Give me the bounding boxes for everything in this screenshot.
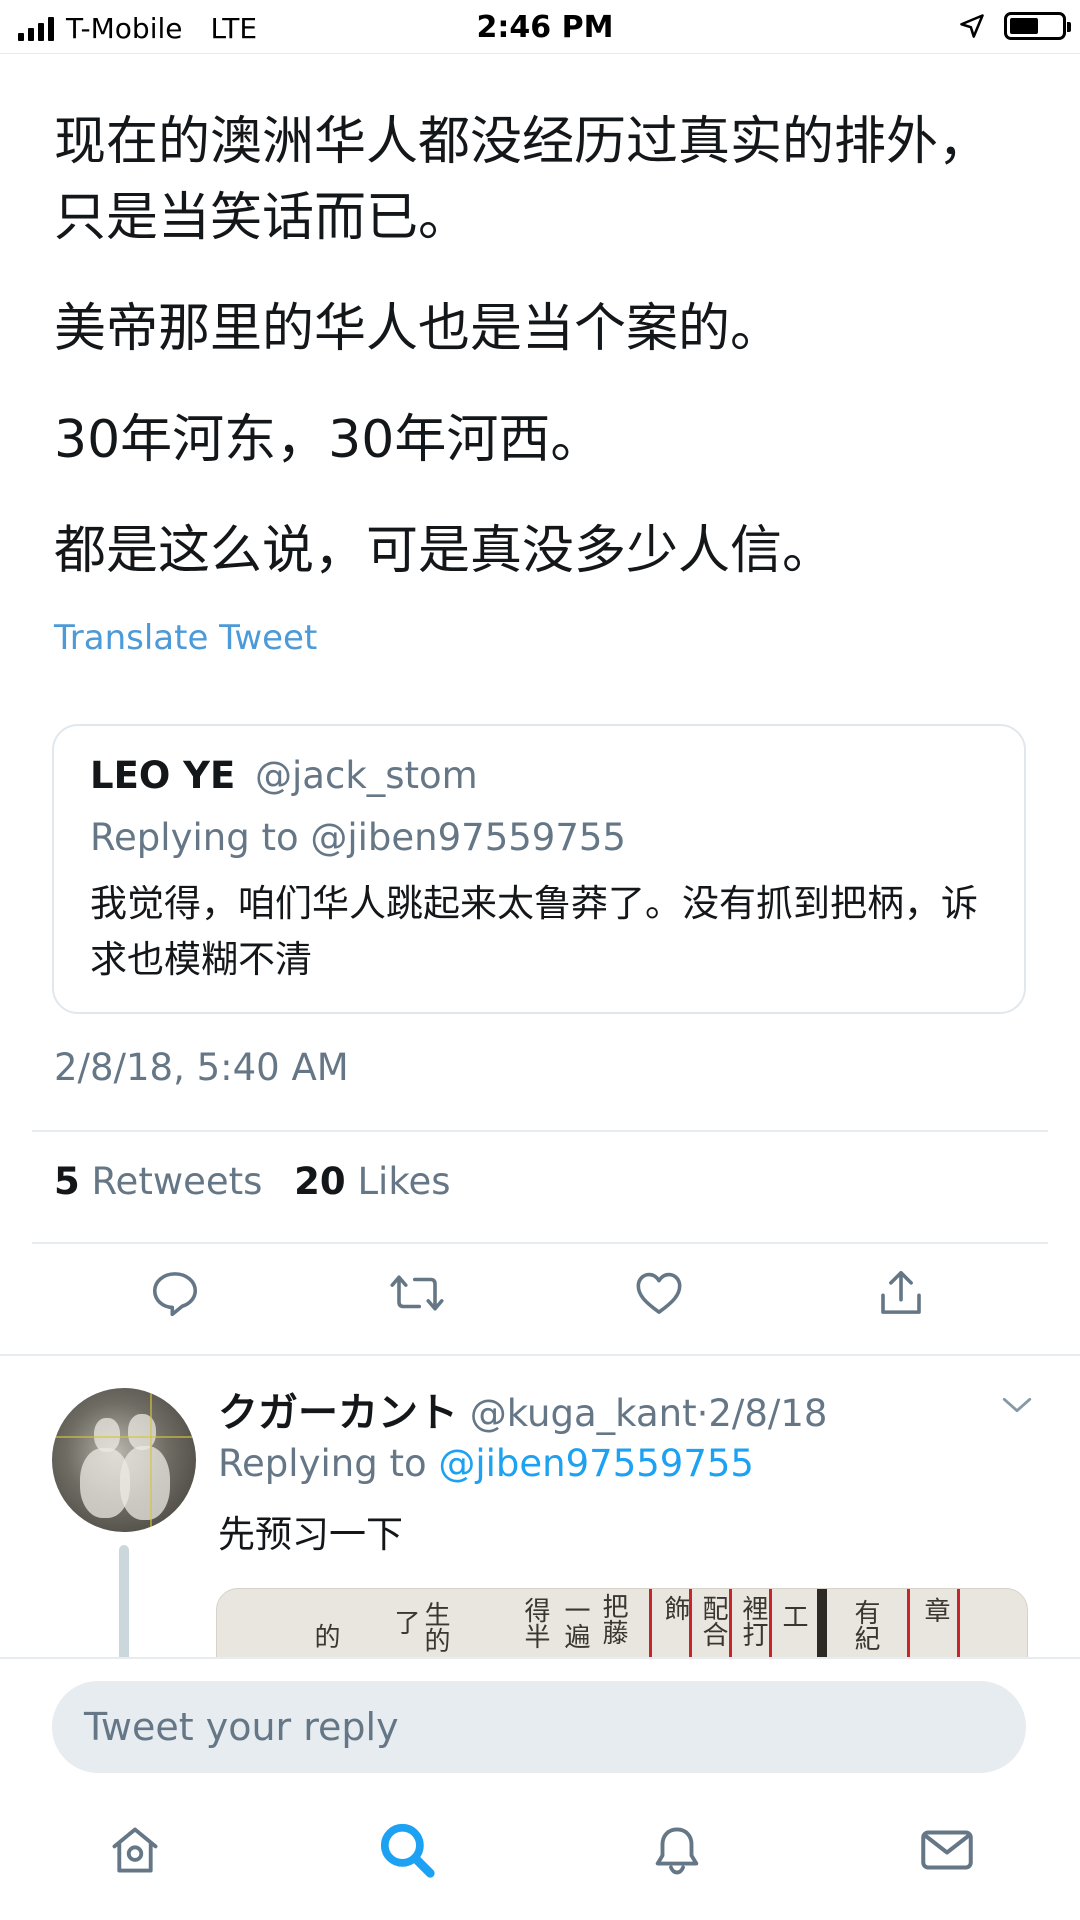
likes-label: Likes: [357, 1160, 451, 1203]
avatar[interactable]: [52, 1388, 196, 1532]
tab-messages[interactable]: [912, 1815, 982, 1885]
status-bar: T-Mobile LTE 2:46 PM: [0, 0, 1080, 54]
reply-header: クガーカント @kuga_kant·2/8/18: [218, 1380, 827, 1438]
retweet-icon: [390, 1275, 444, 1311]
status-time: 2:46 PM: [476, 10, 614, 45]
retweets-stat[interactable]: 5 Retweets: [54, 1160, 262, 1203]
quote-header: LEO YE @jack_stom: [90, 754, 478, 797]
retweets-count: 5: [54, 1160, 80, 1203]
tweet-line: 30年河东，30年河西。: [54, 410, 603, 470]
thread-line: [119, 1545, 129, 1665]
separator-dot: ·: [696, 1392, 709, 1435]
reply-button[interactable]: [142, 1260, 208, 1326]
chevron-down-icon: [1002, 1397, 1032, 1413]
replying-mention-link[interactable]: @jiben97559755: [438, 1442, 754, 1485]
reply-text: 先预习一下: [218, 1513, 403, 1556]
share-icon: [881, 1270, 921, 1314]
retweets-label: Retweets: [91, 1160, 263, 1203]
reply-media-image[interactable]: 的 了 生的 得半 一遍 把藤 飾 配合 裡打 工 有紀 章: [216, 1588, 1028, 1658]
reply-author-handle[interactable]: @kuga_kant: [470, 1392, 697, 1435]
like-icon: [636, 1272, 682, 1314]
tab-bar: [0, 1815, 1080, 1920]
quote-text: 我觉得，咱们华人跳起来太鲁莽了。没有抓到把柄，诉求也模糊不清: [90, 882, 978, 981]
tab-notifications[interactable]: [642, 1815, 712, 1885]
notifications-icon: [655, 1827, 699, 1875]
battery-icon: [1004, 12, 1071, 40]
replying-prefix: Replying to: [218, 1442, 427, 1485]
messages-icon: [921, 1830, 973, 1870]
quoted-tweet[interactable]: LEO YE @jack_stom Replying to @jiben9755…: [52, 724, 1026, 1014]
search-icon: [380, 1823, 435, 1878]
status-right: [958, 12, 1071, 40]
tweet-line: 美帝那里的华人也是当个案的。: [54, 299, 783, 359]
location-arrow-icon: [960, 14, 984, 38]
likes-stat[interactable]: 20 Likes: [294, 1160, 450, 1203]
reply-icon: [152, 1272, 198, 1317]
tab-home[interactable]: [100, 1815, 170, 1885]
tweet-text: 现在的澳洲华人都没经历过真实的排外，只是当笑话而已。 美帝那里的华人也是当个案的…: [54, 104, 1034, 589]
tweet-line: 现在的澳洲华人都没经历过真实的排外，只是当笑话而已。: [54, 112, 991, 248]
translate-tweet-link[interactable]: Translate Tweet: [54, 618, 317, 658]
tweet-stats: 5 Retweets 20 Likes: [54, 1160, 450, 1203]
reply-input[interactable]: Tweet your reply: [52, 1681, 1026, 1773]
quote-author-handle: @jack_stom: [255, 754, 478, 797]
retweet-button[interactable]: [384, 1260, 450, 1326]
reply-date: 2/8/18: [708, 1392, 828, 1435]
tweet-line: 都是这么说，可是真没多少人信。: [54, 521, 835, 581]
divider: [32, 1130, 1048, 1132]
share-button[interactable]: [868, 1260, 934, 1326]
home-icon: [112, 1827, 158, 1873]
more-options-button[interactable]: [1000, 1392, 1034, 1422]
reply-author-name[interactable]: クガーカント: [218, 1390, 458, 1436]
divider: [32, 1242, 1048, 1244]
battery-level: [1010, 18, 1038, 34]
reply-replying-to: Replying to @jiben97559755: [218, 1442, 754, 1485]
tab-search[interactable]: [372, 1815, 442, 1885]
likes-count: 20: [294, 1160, 346, 1203]
tweet-action-bar: [0, 1260, 1080, 1350]
quote-author-name: LEO YE: [90, 754, 236, 797]
quote-replying-to: Replying to @jiben97559755: [90, 816, 626, 859]
like-button[interactable]: [626, 1260, 692, 1326]
divider: [0, 1354, 1080, 1356]
reply-composer: Tweet your reply: [0, 1657, 1080, 1920]
tweet-timestamp: 2/8/18, 5:40 AM: [54, 1046, 349, 1089]
